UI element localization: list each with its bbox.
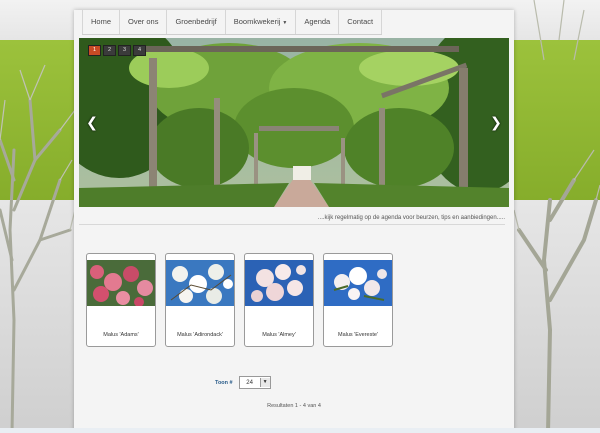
product-list: Malus 'Adams' Malus 'Adirondack' Malus '… <box>86 253 393 347</box>
chevron-down-icon: ▼ <box>259 378 270 387</box>
product-card[interactable]: Malus 'Evereste' <box>323 253 393 347</box>
slider-image-pergola <box>79 38 509 207</box>
nav-item-over-ons[interactable]: Over ons <box>120 10 168 34</box>
slider-pagination: 1 2 3 4 <box>88 45 146 56</box>
product-card[interactable]: Malus 'Adams' <box>86 253 156 347</box>
product-photo-pale-pink-blossom <box>245 260 313 306</box>
product-photo-white-pink-blossom <box>324 260 392 306</box>
image-slider[interactable]: 1 2 3 4 ❮ ❯ <box>79 38 509 207</box>
product-name: Malus 'Almey' <box>262 332 296 338</box>
product-name: Malus 'Evereste' <box>337 332 378 338</box>
nav-item-contact[interactable]: Contact <box>339 10 383 34</box>
slider-dot-4[interactable]: 4 <box>133 45 146 56</box>
nav-item-groenbedrijf[interactable]: Groenbedrijf <box>167 10 226 34</box>
results-count: Resultaten 1 - 4 van 4 <box>267 403 321 409</box>
nav-item-boomkwekerij[interactable]: Boomkwekerij ▼ <box>226 10 297 34</box>
page-size-value: 24 <box>246 379 253 386</box>
product-card[interactable]: Malus 'Adirondack' <box>165 253 235 347</box>
page-size-control: Toon # 24 ▼ <box>215 376 271 389</box>
product-photo-white-blossom <box>166 260 234 306</box>
nav-item-agenda[interactable]: Agenda <box>296 10 340 34</box>
slider-dot-3[interactable]: 3 <box>118 45 131 56</box>
main-navigation: Home Over ons Groenbedrijf Boomkwekerij ▼… <box>82 10 383 35</box>
page-size-label: Toon # <box>215 379 233 386</box>
chevron-down-icon: ▼ <box>282 20 288 26</box>
slider-dot-1[interactable]: 1 <box>88 45 101 56</box>
product-photo-pink-blossom <box>87 260 155 306</box>
slider-dot-2[interactable]: 2 <box>103 45 116 56</box>
agenda-tagline: ....kijk regelmatig op de agenda voor be… <box>79 212 505 225</box>
product-card[interactable]: Malus 'Almey' <box>244 253 314 347</box>
product-name: Malus 'Adirondack' <box>177 332 223 338</box>
product-name: Malus 'Adams' <box>103 332 139 338</box>
chevron-right-icon[interactable]: ❯ <box>489 114 503 130</box>
content-panel: Home Over ons Groenbedrijf Boomkwekerij ▼… <box>74 10 514 433</box>
bottom-bar <box>0 428 600 433</box>
chevron-left-icon[interactable]: ❮ <box>85 114 99 130</box>
nav-item-home[interactable]: Home <box>82 10 121 34</box>
page-size-select[interactable]: 24 ▼ <box>238 376 271 389</box>
